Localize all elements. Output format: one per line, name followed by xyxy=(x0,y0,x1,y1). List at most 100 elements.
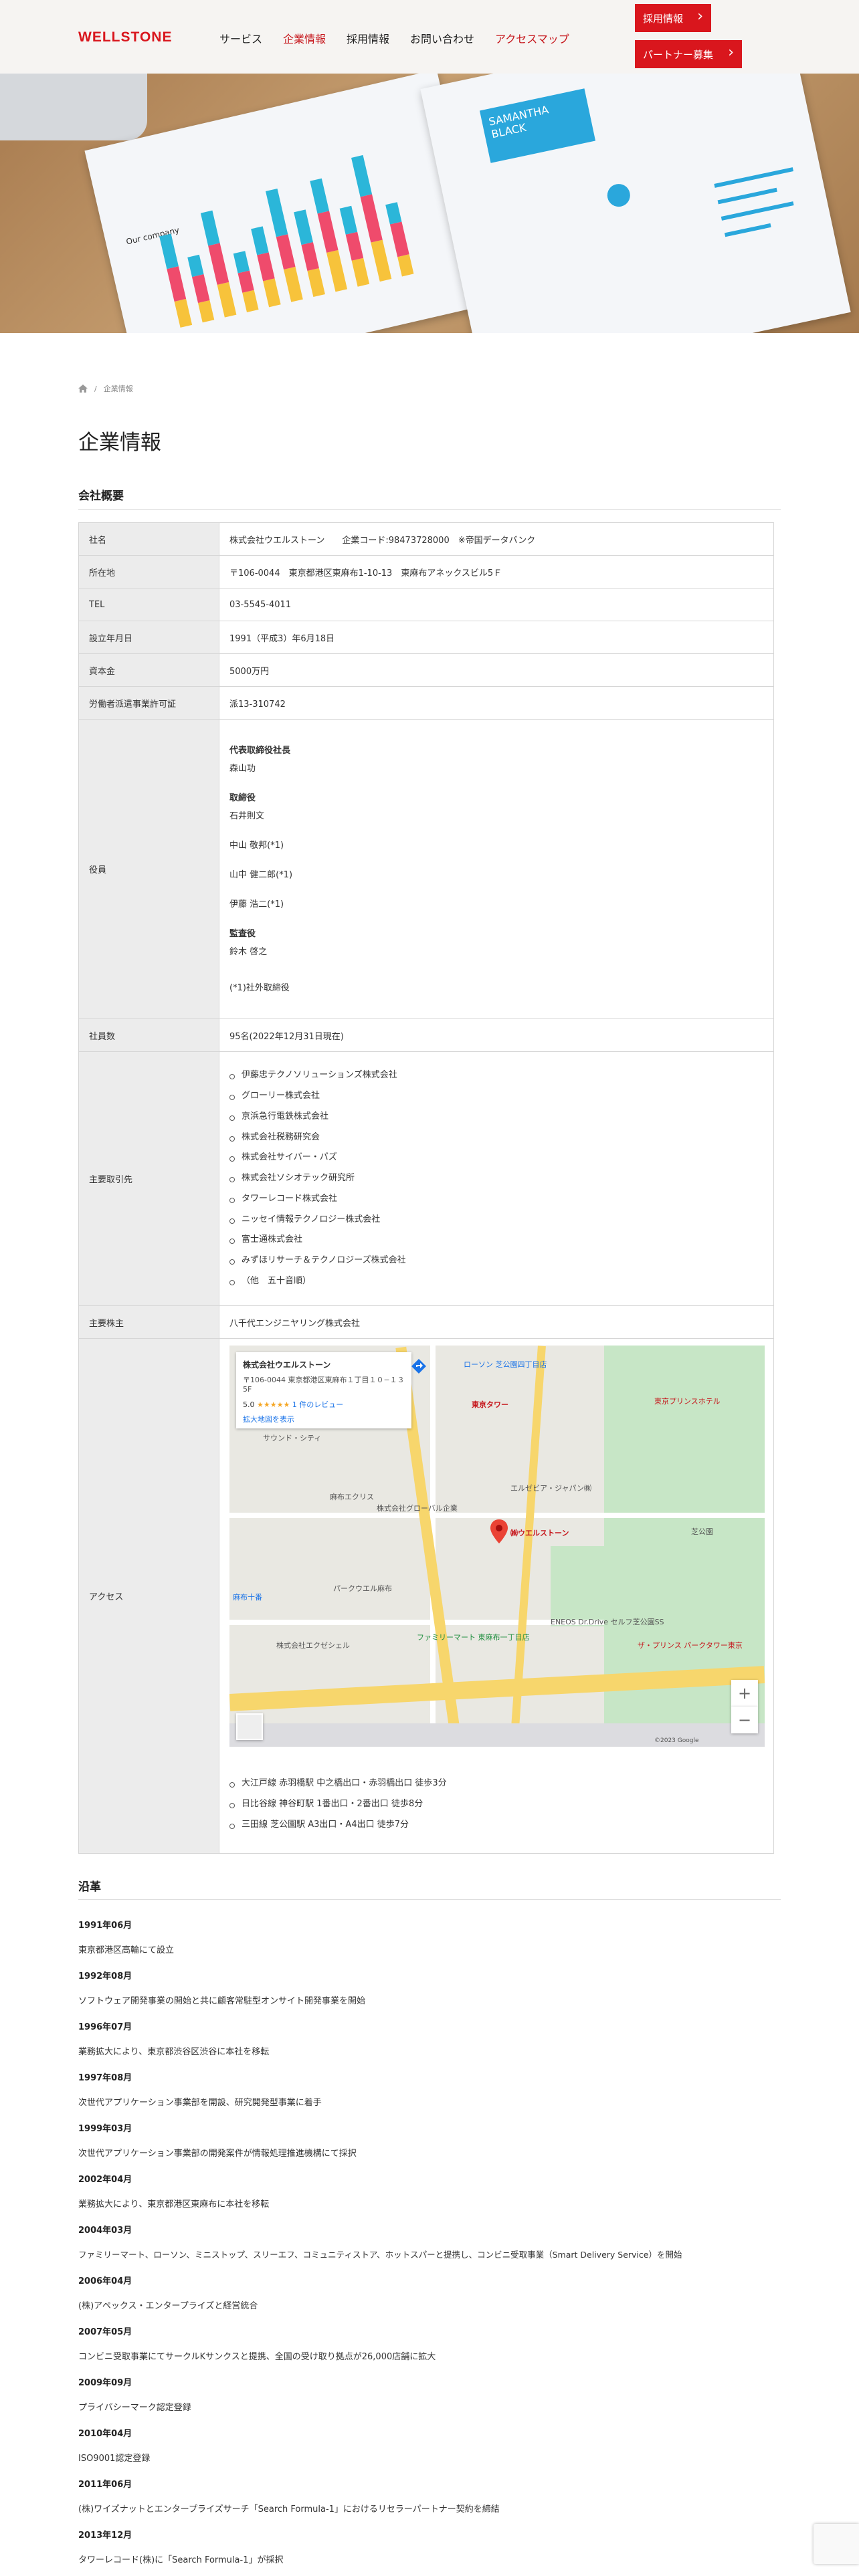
map-label: 株式会社グローバル企業 xyxy=(377,1504,458,1513)
history-item: 2007年05月 コンビニ受取事業にてサークルKサンクスと提携、全国の受け取り拠点… xyxy=(78,2325,436,2362)
access-list: 大江戸線 赤羽橋駅 中之橋出口・赤羽橋出口 徒歩3分 日比谷線 神谷町駅 1番出… xyxy=(229,1774,773,1835)
officer-title: 取締役 xyxy=(229,792,256,803)
list-item: ニッセイ情報テクノロジー株式会社 xyxy=(229,1210,773,1230)
officer-name: 山中 健二郎(*1) xyxy=(229,869,293,880)
history-date: 2004年03月 xyxy=(78,2226,132,2236)
list-item: 株式会社税務研究会 xyxy=(229,1128,773,1148)
row-label: 設立年月日 xyxy=(78,621,219,654)
history-date: 2011年06月 xyxy=(78,2480,132,2490)
map-label: 麻布十番 xyxy=(233,1593,262,1602)
google-map[interactable]: 東京タワー ローソン 芝公園四丁目店 東京プリンスホテル ザ・プリンス パークタ… xyxy=(229,1346,765,1747)
map-label: 芝公園 xyxy=(691,1527,713,1536)
star-icon: ★★★★★ xyxy=(257,1400,290,1409)
table-row: 所在地 〒106-0044 東京都港区東麻布1-10-13 東麻布アネックスビル… xyxy=(78,555,774,588)
history-item: 2011年06月 (株)ワイズナットとエンタープライズサーチ「Search For… xyxy=(78,2477,500,2514)
recaptcha-badge[interactable] xyxy=(814,2524,859,2564)
history-date: 1999年03月 xyxy=(78,2124,132,2134)
table-row: 社名 株式会社ウエルストーン 企業コード:98473728000 ※帝国データバ… xyxy=(78,522,774,556)
home-icon[interactable] xyxy=(78,385,88,393)
history-item: 2002年04月業務拡大により、東京都港区東麻布に本社を移転 xyxy=(78,2172,269,2210)
history-date: 2006年04月 xyxy=(78,2276,132,2286)
row-label: 主要取引先 xyxy=(78,1051,219,1306)
row-value: 〒106-0044 東京都港区東麻布1-10-13 東麻布アネックスビル5Ｆ xyxy=(219,555,774,588)
row-label: アクセス xyxy=(78,1338,219,1854)
history-text: 次世代アプリケーション事業部の開発案件が情報処理推進機構にて採択 xyxy=(78,2149,357,2159)
officer-name: 伊藤 浩二(*1) xyxy=(229,899,284,909)
table-row: 主要取引先 伊藤忠テクノソリューションズ株式会社 グローリー株式会社 京浜急行電… xyxy=(78,1051,774,1306)
row-label: 主要株主 xyxy=(78,1305,219,1339)
row-label: 社員数 xyxy=(78,1018,219,1052)
officer-title: 監査役 xyxy=(229,928,256,939)
chevron-right-icon: › xyxy=(728,44,734,61)
history-date: 2013年12月 xyxy=(78,2531,132,2541)
history-date: 1997年08月 xyxy=(78,2073,132,2083)
map-place-address: 〒106-0044 東京都港区東麻布１丁目１０−１３ 5F xyxy=(243,1376,405,1394)
nav-company[interactable]: 企業情報 xyxy=(283,30,326,46)
map-label: エルゼビア・ジャパン㈱ xyxy=(510,1484,591,1493)
row-value: 株式会社ウエルストーン 企業コード:98473728000 ※帝国データバンク xyxy=(219,522,774,556)
list-item: グローリー株式会社 xyxy=(229,1086,773,1107)
directions-icon[interactable] xyxy=(410,1358,433,1380)
history-text: 次世代アプリケーション事業部を開設、研究開発型事業に着手 xyxy=(78,2098,322,2108)
history-text: 業務拡大により、東京都港区東麻布に本社を移転 xyxy=(78,2199,270,2210)
history-text: タワーレコード(株)に「Search Formula-1」が採択 xyxy=(78,2555,284,2565)
officer-name: 中山 敬邦(*1) xyxy=(229,840,284,851)
map-pin-icon[interactable] xyxy=(490,1519,508,1543)
map-label: 株式会社エクゼシェル xyxy=(276,1641,350,1650)
row-label: 資本金 xyxy=(78,653,219,687)
history-text: (株)ワイズナットとエンタープライズサーチ「Search Formula-1」に… xyxy=(78,2504,500,2514)
site-logo[interactable]: WELLSTONE xyxy=(78,29,172,45)
map-pin-label: ㈱ウエルストーン xyxy=(510,1529,569,1537)
street-view-icon[interactable] xyxy=(236,1713,263,1740)
divider xyxy=(78,1899,781,1900)
nav-services[interactable]: サービス xyxy=(219,30,262,46)
officer-note: (*1)社外取締役 xyxy=(229,982,290,993)
map-copyright: ©2023 Google xyxy=(654,1737,699,1744)
history-item: 1997年08月次世代アプリケーション事業部を開設、研究開発型事業に着手 xyxy=(78,2070,322,2108)
list-item: 伊藤忠テクノソリューションズ株式会社 xyxy=(229,1065,773,1086)
partner-button-label: パートナー募集 xyxy=(643,48,714,61)
map-larger-link[interactable]: 拡大地図を表示 xyxy=(243,1414,405,1424)
hero-image: Our company SAMANTHA BLACK xyxy=(0,74,859,333)
table-row: 社員数 95名(2022年12月31日現在) xyxy=(78,1018,774,1052)
main-nav: サービス 企業情報 採用情報 お問い合わせ アクセスマップ xyxy=(219,30,590,46)
site-header: WELLSTONE サービス 企業情報 採用情報 お問い合わせ アクセスマップ … xyxy=(0,0,859,74)
history-date: 2002年04月 xyxy=(78,2175,132,2185)
history-text: コンビニ受取事業にてサークルKサンクスと提携、全国の受け取り拠点が26,000店… xyxy=(78,2352,436,2362)
recruit-button[interactable]: 採用情報 › xyxy=(635,4,711,32)
officer-name: 森山功 xyxy=(229,763,256,774)
nav-contact[interactable]: お問い合わせ xyxy=(410,30,474,46)
row-label: TEL xyxy=(78,588,219,621)
list-item: （他 五十音順） xyxy=(229,1271,773,1292)
zoom-in-button[interactable]: + xyxy=(731,1680,758,1707)
officer-name: 石井則文 xyxy=(229,811,265,821)
history-item: 2004年03月ファミリーマート、ローソン、ミニストップ、スリーエフ、コミュニテ… xyxy=(78,2223,682,2260)
map-label: ENEOS Dr.Drive セルフ芝公園SS xyxy=(551,1618,664,1626)
history-item: 1999年03月次世代アプリケーション事業部の開発案件が情報処理推進機構にて採択 xyxy=(78,2121,357,2159)
map-label: 東京タワー xyxy=(472,1400,508,1409)
row-value: 5000万円 xyxy=(219,653,774,687)
nav-recruit[interactable]: 採用情報 xyxy=(347,30,389,46)
row-label: 所在地 xyxy=(78,555,219,588)
history-text: ファミリーマート、ローソン、ミニストップ、スリーエフ、コミュニティストア、ホット… xyxy=(78,2250,682,2260)
map-label: サウンド・シティ xyxy=(263,1434,322,1442)
row-value: 95名(2022年12月31日現在) xyxy=(219,1018,774,1052)
nav-access[interactable]: アクセスマップ xyxy=(495,30,569,46)
list-item: 大江戸線 赤羽橋駅 中之橋出口・赤羽橋出口 徒歩3分 xyxy=(229,1774,773,1794)
partner-button[interactable]: パートナー募集 › xyxy=(635,40,742,68)
row-label: 労働者派遣事業許可証 xyxy=(78,686,219,720)
history-item: 1991年06月 東京都港区高輪にて設立 xyxy=(78,1918,174,1955)
map-reviews-link[interactable]: 1 件のレビュー xyxy=(292,1400,344,1409)
map-label: ローソン 芝公園四丁目店 xyxy=(464,1360,547,1369)
map-label: 麻布エクリス xyxy=(330,1493,374,1501)
history-text: 業務拡大により、東京都渋谷区渋谷に本社を移転 xyxy=(78,2047,270,2057)
history-date: 1991年06月 xyxy=(78,1921,132,1931)
row-label: 社名 xyxy=(78,522,219,556)
list-item: 富士通株式会社 xyxy=(229,1230,773,1251)
history-item: 2006年04月 (株)アペックス・エンタープライズと経営統合 xyxy=(78,2274,258,2311)
row-value: 03-5545-4011 xyxy=(219,588,774,621)
table-row: TEL 03-5545-4011 xyxy=(78,588,774,621)
row-value: 1991（平成3）年6月18日 xyxy=(219,621,774,654)
officers-cell: 代表取締役社長 森山功 取締役 石井則文 中山 敬邦(*1) 山中 健二郎(*1… xyxy=(219,719,774,1019)
zoom-out-button[interactable]: − xyxy=(731,1707,758,1733)
